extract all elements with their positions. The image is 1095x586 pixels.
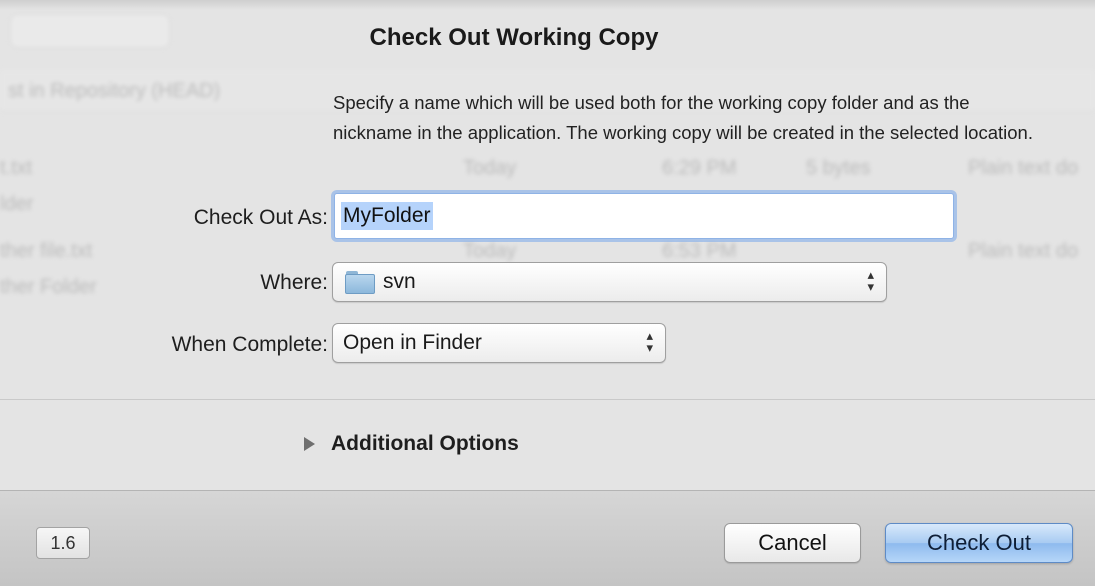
section-divider — [0, 399, 1095, 400]
additional-options-disclosure[interactable]: Additional Options — [304, 429, 519, 459]
where-label: Where: — [260, 271, 328, 294]
sheet-top-shadow — [0, 0, 1095, 10]
cancel-button[interactable]: Cancel — [724, 523, 861, 563]
dialog-description: Specify a name which will be used both f… — [333, 92, 1033, 143]
checkout-as-input[interactable]: MyFolder — [334, 193, 954, 239]
check-out-button[interactable]: Check Out — [885, 523, 1073, 563]
disclosure-triangle-icon — [304, 437, 315, 451]
when-complete-value: Open in Finder — [343, 331, 482, 354]
when-complete-popup[interactable]: Open in Finder ▴ ▾ — [332, 323, 666, 363]
folder-icon — [345, 270, 375, 294]
popup-arrows-icon: ▴ ▾ — [867, 267, 874, 294]
additional-options-label: Additional Options — [331, 432, 519, 455]
checkout-as-value: MyFolder — [341, 202, 433, 230]
checkout-sheet: Check Out Working Copy Specify a name wh… — [0, 0, 1095, 586]
where-popup[interactable]: svn ▴ ▾ — [332, 262, 887, 302]
dialog-title: Check Out Working Copy — [369, 24, 659, 51]
when-complete-label: When Complete: — [171, 333, 328, 356]
popup-arrows-icon: ▴ ▾ — [646, 328, 653, 355]
checkout-as-label: Check Out As: — [193, 206, 328, 229]
where-value: svn — [383, 270, 416, 293]
version-badge: 1.6 — [36, 527, 90, 559]
